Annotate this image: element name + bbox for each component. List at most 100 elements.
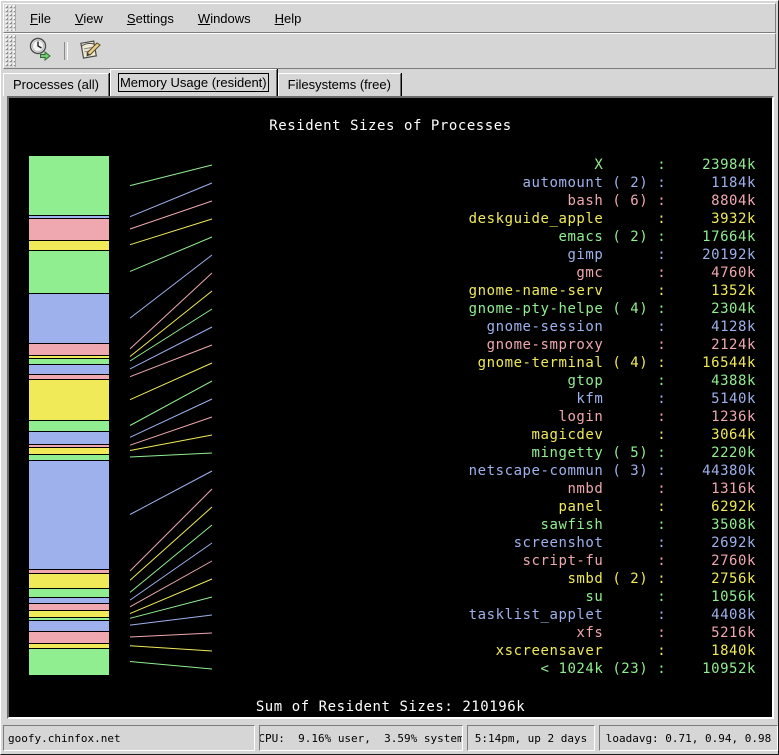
bar-segment-gnome-session <box>29 364 109 374</box>
bar-segment-kfm <box>29 431 109 444</box>
bar-segment-smbd <box>29 610 109 617</box>
connector-line <box>130 615 212 625</box>
bar-segment-gtop <box>29 420 109 431</box>
connector-line <box>130 561 212 607</box>
process-row-mingetty: mingetty ( 5) : 2220k <box>469 444 756 462</box>
chart-canvas: Resident Sizes of Processes Sum of Resid… <box>9 98 772 717</box>
process-row-xfs: xfs : 5216k <box>469 624 756 642</box>
process-row-su: su : 1056k <box>469 588 756 606</box>
status-bar: goofy.chinfox.net CPU: 9.16% user, 3.59%… <box>1 723 779 754</box>
connector-line <box>130 309 212 361</box>
connector-line <box>130 489 212 571</box>
connector-line <box>130 273 212 349</box>
process-row-gnome-session: gnome-session : 4128k <box>469 318 756 336</box>
loadavg-panel: loadavg: 0.71, 0.94, 0.98 <box>599 725 778 751</box>
menu-view[interactable]: View <box>63 7 115 30</box>
process-row-kfm: kfm : 5140k <box>469 390 756 408</box>
menu-windows[interactable]: Windows <box>186 7 263 30</box>
connector-line <box>130 165 212 186</box>
process-row-deskguide_apple: deskguide_apple : 3932k <box>469 210 756 228</box>
notepad-pencil-icon <box>77 36 103 67</box>
bar-segment-emacs <box>29 250 109 294</box>
process-row-nmbd: nmbd : 1316k <box>469 480 756 498</box>
process-row-gnome-terminal: gnome-terminal ( 4) : 16544k <box>469 354 756 372</box>
process-row-automount: automount ( 2) : 1184k <box>469 174 756 192</box>
menu-settings[interactable]: Settings <box>115 7 186 30</box>
process-row-gimp: gimp : 20192k <box>469 246 756 264</box>
connector-line <box>130 633 212 637</box>
bar-segment-netscape-commun <box>29 460 109 570</box>
connector-line <box>130 662 212 670</box>
process-row-emacs: emacs ( 2) : 17664k <box>469 228 756 246</box>
connector-line <box>130 597 212 618</box>
process-row-magicdev: magicdev : 3064k <box>469 426 756 444</box>
process-row-X: X : 23984k <box>469 156 756 174</box>
hostname-panel: goofy.chinfox.net <box>3 725 255 751</box>
menubar: FileViewSettingsWindowsHelp <box>3 3 776 33</box>
process-row-gmc: gmc : 4760k <box>469 264 756 282</box>
connector-line <box>130 201 212 229</box>
connector-line <box>130 219 212 245</box>
process-row-gnome-name-serv: gnome-name-serv : 1352k <box>469 282 756 300</box>
connector-line <box>130 399 212 437</box>
process-row-gnome-smproxy: gnome-smproxy : 2124k <box>469 336 756 354</box>
chart-panel: Resident Sizes of Processes Sum of Resid… <box>7 96 774 719</box>
process-row-gnome-pty-helpe: gnome-pty-helpe ( 4) : 2304k <box>469 300 756 318</box>
connector-line <box>130 381 212 426</box>
notepad-pencil-button[interactable] <box>74 36 106 66</box>
menu-file[interactable]: File <box>18 7 63 30</box>
bar-segment-< 1024k <box>29 648 109 675</box>
toolbar <box>3 33 776 69</box>
tab-processes-all[interactable]: Processes (all) <box>3 73 109 96</box>
process-row-sawfish: sawfish : 3508k <box>469 516 756 534</box>
bar-segment-sawfish <box>29 588 109 597</box>
time-uptime-panel: 5:14pm, up 2 days <box>467 725 595 751</box>
process-row-panel: panel : 6292k <box>469 498 756 516</box>
process-row-bash: bash ( 6) : 8804k <box>469 192 756 210</box>
connector-line <box>130 255 212 318</box>
process-row-gtop: gtop : 4388k <box>469 372 756 390</box>
bar-segment-magicdev <box>29 447 109 455</box>
connector-line <box>130 471 212 515</box>
menu-help[interactable]: Help <box>263 7 314 30</box>
bar-segment-gmc <box>29 343 109 355</box>
process-row-smbd: smbd ( 2) : 2756k <box>469 570 756 588</box>
tab-filesystems-free[interactable]: Filesystems (free) <box>278 73 401 96</box>
connector-line <box>130 646 212 651</box>
connector-line <box>130 435 212 451</box>
clock-forward-icon <box>27 36 53 67</box>
process-row-screenshot: screenshot : 2692k <box>469 534 756 552</box>
bar-segment-script-fu <box>29 603 109 610</box>
chart-title: Resident Sizes of Processes <box>9 118 772 134</box>
connector-line <box>130 507 212 580</box>
bar-segment-gnome-terminal <box>29 379 109 420</box>
stacked-memory-bar <box>29 156 109 675</box>
gtop-window: FileViewSettingsWindowsHelp <box>0 0 779 755</box>
connector-line <box>130 579 212 614</box>
connector-line <box>130 291 212 357</box>
connector-line <box>130 237 212 271</box>
connector-line <box>130 417 212 445</box>
process-row-xscreensaver: xscreensaver : 1840k <box>469 642 756 660</box>
process-row-tasklist_applet: tasklist_applet : 4408k <box>469 606 756 624</box>
process-row-< 1024k: < 1024k (23) : 10952k <box>469 660 756 678</box>
bar-segment-deskguide_apple <box>29 240 109 250</box>
connector-line <box>130 327 212 369</box>
menubar-grip-handle[interactable] <box>5 5 16 31</box>
connector-line <box>130 183 212 217</box>
cpu-usage-panel: CPU: 9.16% user, 3.59% system <box>259 725 463 751</box>
connector-line <box>130 525 212 592</box>
process-row-login: login : 1236k <box>469 408 756 426</box>
connector-line <box>130 345 212 377</box>
bar-segment-panel <box>29 573 109 589</box>
bar-segment-gimp <box>29 293 109 343</box>
bar-segment-xfs <box>29 631 109 644</box>
clock-forward-button[interactable] <box>24 36 56 66</box>
bar-segment-tasklist_applet <box>29 620 109 631</box>
toolbar-grip-handle[interactable] <box>5 35 16 67</box>
tab-memory-usage-resident[interactable]: Memory Usage (resident) <box>110 69 277 96</box>
process-row-netscape-commun: netscape-commun ( 3) : 44380k <box>469 462 756 480</box>
toolbar-separator <box>64 42 68 60</box>
bar-segment-X <box>29 156 109 215</box>
connector-line <box>130 363 212 400</box>
